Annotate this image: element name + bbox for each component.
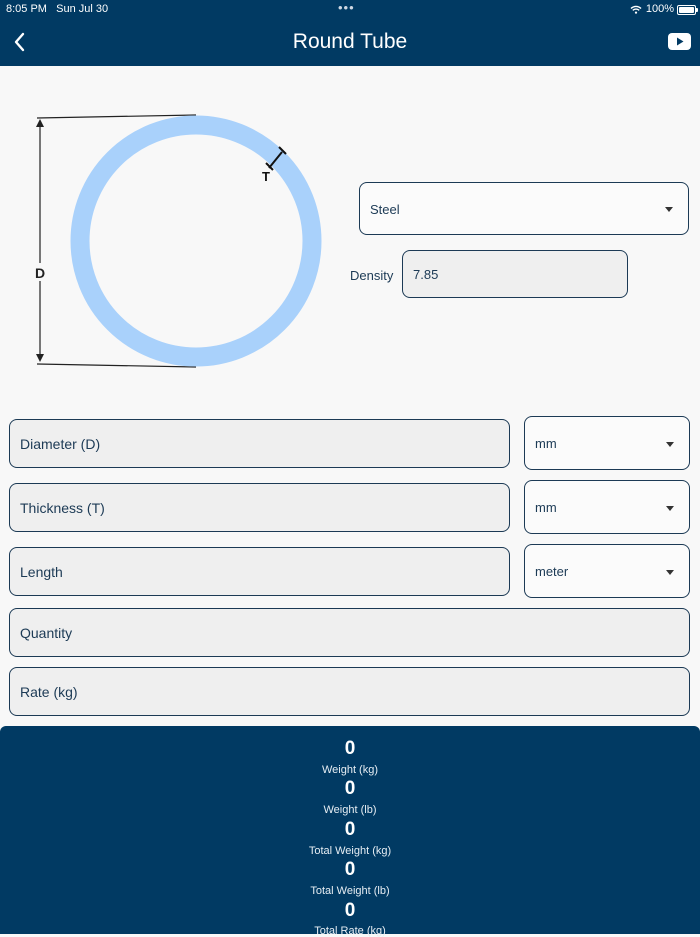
diameter-label: D <box>35 265 45 281</box>
diameter-bottom-extension <box>36 363 197 368</box>
weight-kg-value: 0 <box>344 738 356 759</box>
chevron-down-icon <box>666 506 674 511</box>
material-select[interactable]: Steel <box>359 182 689 235</box>
rate-input[interactable]: Rate (kg) <box>9 667 690 716</box>
chevron-down-icon <box>665 207 673 212</box>
diameter-top-extension <box>36 114 197 119</box>
multitask-dots-icon[interactable]: ••• <box>338 0 355 15</box>
total-rate-label: Total Rate (kg) <box>314 925 386 937</box>
youtube-icon <box>668 33 691 50</box>
chevron-down-icon <box>666 570 674 575</box>
thickness-placeholder: Thickness (T) <box>20 500 105 516</box>
total-weight-lb-value: 0 <box>344 859 356 880</box>
length-unit-select[interactable]: meter <box>524 544 690 598</box>
status-time: 8:05 PM Sun Jul 30 <box>6 3 108 15</box>
total-weight-lb-label: Total Weight (lb) <box>310 885 390 897</box>
rate-placeholder: Rate (kg) <box>20 684 78 700</box>
thickness-label: T <box>262 169 270 184</box>
thickness-unit-value: mm <box>535 500 557 515</box>
status-indicators: 100% <box>630 3 674 15</box>
density-input[interactable]: 7.85 <box>402 250 628 298</box>
tube-ring <box>70 115 322 367</box>
diameter-placeholder: Diameter (D) <box>20 436 101 452</box>
density-value: 7.85 <box>413 267 439 282</box>
material-value: Steel <box>370 202 400 217</box>
density-label: Density <box>350 268 394 283</box>
length-input[interactable]: Length <box>9 547 510 596</box>
status-date: Sun Jul 30 <box>56 3 109 15</box>
app-header: 8:05 PM Sun Jul 30 ••• 100% Round Tube <box>0 0 700 66</box>
total-weight-kg-label: Total Weight (kg) <box>308 845 392 857</box>
round-tube-diagram: D T <box>30 114 322 368</box>
battery-icon <box>677 5 698 15</box>
diameter-unit-value: mm <box>535 436 557 451</box>
video-tutorial-button[interactable] <box>668 33 691 50</box>
results-panel: 0 Weight (kg) 0 Weight (lb) 0 Total Weig… <box>0 726 700 937</box>
thickness-unit-select[interactable]: mm <box>524 480 690 534</box>
thickness-input[interactable]: Thickness (T) <box>9 483 510 532</box>
page-title: Round Tube <box>292 30 408 53</box>
battery-percent: 100% <box>645 3 674 15</box>
status-clock: 8:05 PM <box>6 3 47 15</box>
diameter-input[interactable]: Diameter (D) <box>9 419 510 468</box>
arrow-up-icon <box>36 119 44 127</box>
quantity-input[interactable]: Quantity <box>9 608 690 657</box>
length-placeholder: Length <box>20 564 63 580</box>
diameter-unit-select[interactable]: mm <box>524 416 690 470</box>
arrow-down-icon <box>36 354 44 362</box>
weight-lb-value: 0 <box>344 778 356 799</box>
chevron-down-icon <box>666 442 674 447</box>
length-unit-value: meter <box>535 564 569 579</box>
quantity-placeholder: Quantity <box>20 625 73 641</box>
weight-kg-label: Weight (kg) <box>321 764 379 776</box>
total-weight-kg-value: 0 <box>344 819 356 840</box>
total-rate-value: 0 <box>344 900 356 921</box>
weight-lb-label: Weight (lb) <box>323 804 377 816</box>
wifi-icon <box>630 5 642 14</box>
